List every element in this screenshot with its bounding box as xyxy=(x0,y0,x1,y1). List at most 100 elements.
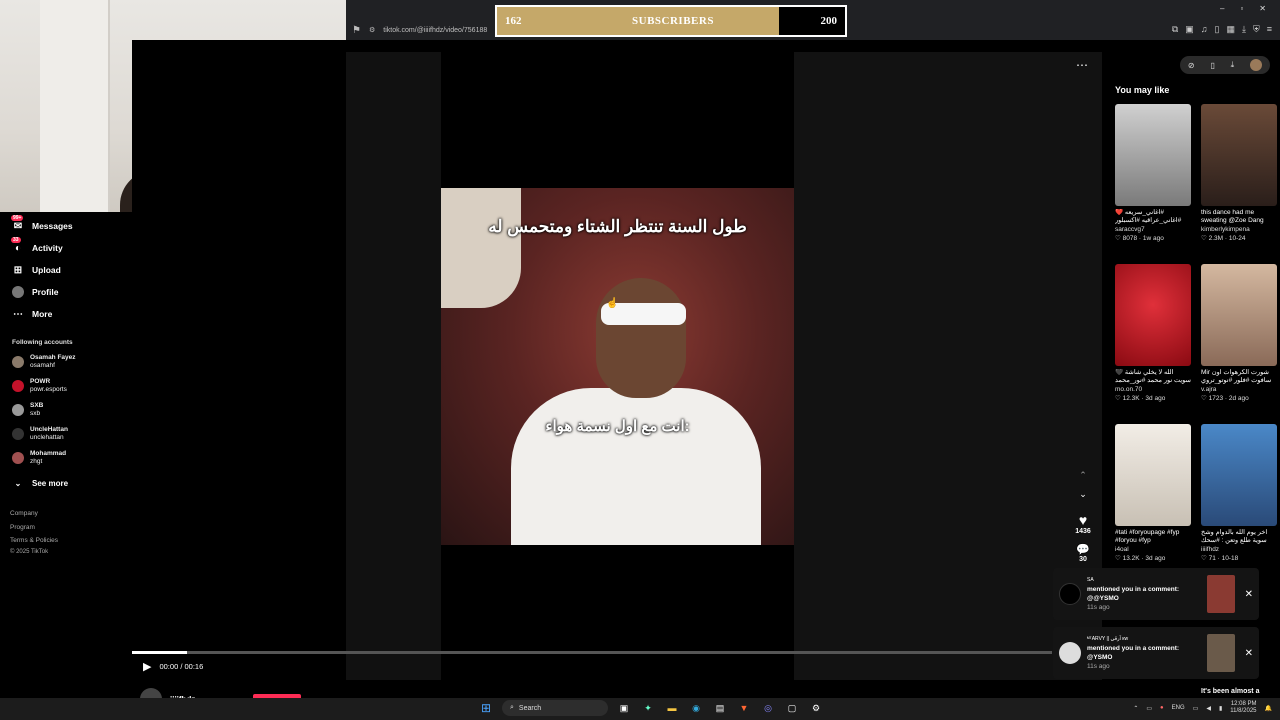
following-account[interactable]: POWR powr.esports xyxy=(12,378,67,394)
notification-thumbnail xyxy=(1206,634,1235,672)
card-author: v.ajra xyxy=(1201,386,1217,393)
recommended-video-card[interactable]: this dance had me sweating @Zoe Dang kim… xyxy=(1201,104,1277,242)
sidebar-item-messages[interactable]: ✉ 99+ Messages xyxy=(11,215,73,232)
close-icon[interactable]: ✕ xyxy=(1245,589,1253,600)
minimize-button[interactable]: – xyxy=(1220,4,1224,13)
volume-icon[interactable]: ◀ xyxy=(1206,705,1211,712)
app-tray-icon[interactable]: ▭ xyxy=(1146,705,1152,712)
video-thumbnail xyxy=(1201,104,1277,206)
rail-toolbar: ⊘ ▯ ⤓ xyxy=(1180,56,1270,74)
app-icon[interactable]: ▢ xyxy=(784,700,800,716)
card-author: kimberlykimpena xyxy=(1201,226,1250,233)
file-explorer-icon[interactable]: ▬ xyxy=(664,700,680,716)
chevron-down-icon: ⌄ xyxy=(14,478,22,488)
search-icon: ⌕ xyxy=(510,704,514,711)
settings-icon[interactable]: ⚙ xyxy=(808,700,824,716)
sidebar-item-more[interactable]: ⋯ More xyxy=(12,308,52,320)
recommended-video-card[interactable]: الله لا يخلي شاشة 🖤 سويت نور محمد #نور_م… xyxy=(1115,264,1191,402)
video-progress-bar[interactable] xyxy=(132,651,1052,654)
like-count: 1436 xyxy=(1075,528,1091,535)
following-account[interactable]: SXB sxb xyxy=(12,402,43,418)
sidebar-item-label: Profile xyxy=(32,287,59,297)
notification-time: 11s ago xyxy=(1087,604,1110,611)
video-scene-body xyxy=(511,388,761,545)
recommended-video-card[interactable]: #اغاني_سريعه ❤️ #اغاني_عراقيه #اكسبلور s… xyxy=(1115,104,1191,242)
battery-icon[interactable]: ▮ xyxy=(1219,705,1222,712)
card-meta: ♡ 12.3K · 3d ago xyxy=(1115,395,1166,402)
footer-link[interactable]: Company xyxy=(10,510,38,517)
video-thumbnail xyxy=(1201,424,1277,526)
video-letterbox-bottom xyxy=(441,545,794,652)
card-age: 3d ago xyxy=(1145,555,1166,562)
sidebar-item-activity[interactable]: ◐ 33 Activity xyxy=(11,237,63,254)
site-info-icon[interactable]: ⚙ xyxy=(369,26,375,34)
sidebar-icon[interactable]: ▯ xyxy=(1215,24,1220,35)
recommended-video-card[interactable]: شورت الكرهوات اون Mir سافوت #فلور #نوتو_… xyxy=(1201,264,1277,402)
comment-icon[interactable]: 💬 xyxy=(1076,543,1090,556)
system-clock[interactable]: 12:08 PM 11/8/2025 xyxy=(1230,701,1256,715)
bookmark-icon[interactable]: ⚑ xyxy=(352,25,361,36)
copilot-icon[interactable]: ✦ xyxy=(640,700,656,716)
following-account[interactable]: Mohammad zhgt xyxy=(12,450,66,466)
more-icon: ⋯ xyxy=(13,308,23,320)
notification-text: mentioned you in a comment: @YSMO xyxy=(1087,645,1180,661)
task-view-icon[interactable]: ▣ xyxy=(616,700,632,716)
close-icon[interactable]: ✕ xyxy=(1245,648,1253,659)
footer-link[interactable]: Program xyxy=(10,524,35,531)
subscriber-goal: 200 xyxy=(820,15,838,27)
download-icon[interactable]: ⤓ xyxy=(1242,24,1246,35)
edge-icon[interactable]: ◉ xyxy=(688,700,704,716)
messages-badge: 99+ xyxy=(11,215,24,221)
notification-toast[interactable]: ᴹᵀARVY || آرڤي кw mentioned you in a com… xyxy=(1053,627,1259,679)
taskbar-search[interactable]: ⌕ Search xyxy=(502,700,608,716)
video-player[interactable]: طول السنة تنتظر الشتاء ومتحمس له انت مع … xyxy=(441,188,794,545)
notification-user: SA xyxy=(1087,577,1094,583)
notification-toast[interactable]: SA mentioned you in a comment: @@YSMO 11… xyxy=(1053,568,1259,620)
brave-icon[interactable]: ▼ xyxy=(736,700,752,716)
more-options-icon[interactable]: ⋯ xyxy=(1076,58,1088,72)
maximize-button[interactable]: ▫ xyxy=(1240,4,1243,13)
account-handle: powr.esports xyxy=(30,386,67,393)
see-more-button[interactable]: ⌄ See more xyxy=(12,477,68,489)
device-icon[interactable]: ▯ xyxy=(1210,61,1214,70)
compass-icon[interactable]: ⊘ xyxy=(1188,61,1195,70)
discord-icon[interactable]: ◎ xyxy=(760,700,776,716)
following-account[interactable]: Osamah Fayez osamahf xyxy=(12,354,76,370)
next-video-icon[interactable]: ⌄ xyxy=(1079,489,1087,500)
previous-video-icon[interactable]: ⌃ xyxy=(1079,470,1087,481)
download-icon[interactable]: ⤓ xyxy=(1231,60,1235,70)
sidebar-item-upload[interactable]: ⊞ Upload xyxy=(12,264,61,276)
following-account[interactable]: UncleHattan unclehattan xyxy=(12,426,68,442)
chevron-up-icon[interactable]: ⌃ xyxy=(1133,705,1138,712)
close-button[interactable]: ✕ xyxy=(1259,4,1266,13)
recommended-video-card[interactable]: آخر يوم الله بالدوام وشخ سوية طلع وتعن :… xyxy=(1201,424,1277,562)
network-icon[interactable]: ▭ xyxy=(1193,705,1199,712)
store-icon[interactable]: ▤ xyxy=(712,700,728,716)
account-name: Mohammad xyxy=(30,450,67,457)
notification-text: mentioned you in a comment: @@YSMO xyxy=(1087,586,1180,602)
extension-icon[interactable]: ▣ xyxy=(1185,24,1194,35)
extension-icon[interactable]: ▦ xyxy=(1226,24,1235,35)
video-scene-head xyxy=(596,278,686,398)
windows-start-icon[interactable]: ⊞ xyxy=(478,700,494,716)
notification-bell-icon[interactable]: 🔔 xyxy=(1265,705,1272,712)
comment-count: 30 xyxy=(1079,556,1087,563)
sidebar-item-label: Activity xyxy=(32,243,63,253)
recommended-video-card[interactable]: #tati #foryoupage #fyp #foryou #fyp i4oa… xyxy=(1115,424,1191,562)
play-icon[interactable]: ▶ xyxy=(143,660,151,673)
mic-icon[interactable]: ● xyxy=(1160,705,1164,711)
menu-icon[interactable]: ≡ xyxy=(1267,24,1272,35)
avatar xyxy=(12,428,24,440)
extension-icon[interactable]: ⧉ xyxy=(1172,24,1178,35)
url-text[interactable]: tiktok.com/@iiiifhdz/video/756188 xyxy=(383,27,487,34)
like-icon[interactable]: ♥ xyxy=(1079,512,1087,528)
sidebar-item-profile[interactable]: Profile xyxy=(12,286,58,298)
footer-link[interactable]: Terms & Policies xyxy=(10,537,58,544)
notification-time: 11s ago xyxy=(1087,663,1110,670)
card-caption: this dance had me sweating @Zoe Dang xyxy=(1201,209,1264,224)
user-avatar[interactable] xyxy=(1250,59,1263,71)
shield-icon[interactable]: ⛨ xyxy=(1253,24,1260,35)
music-icon[interactable]: ♫ xyxy=(1201,24,1208,35)
avatar xyxy=(12,452,24,464)
language-indicator[interactable]: ENG xyxy=(1172,705,1185,711)
